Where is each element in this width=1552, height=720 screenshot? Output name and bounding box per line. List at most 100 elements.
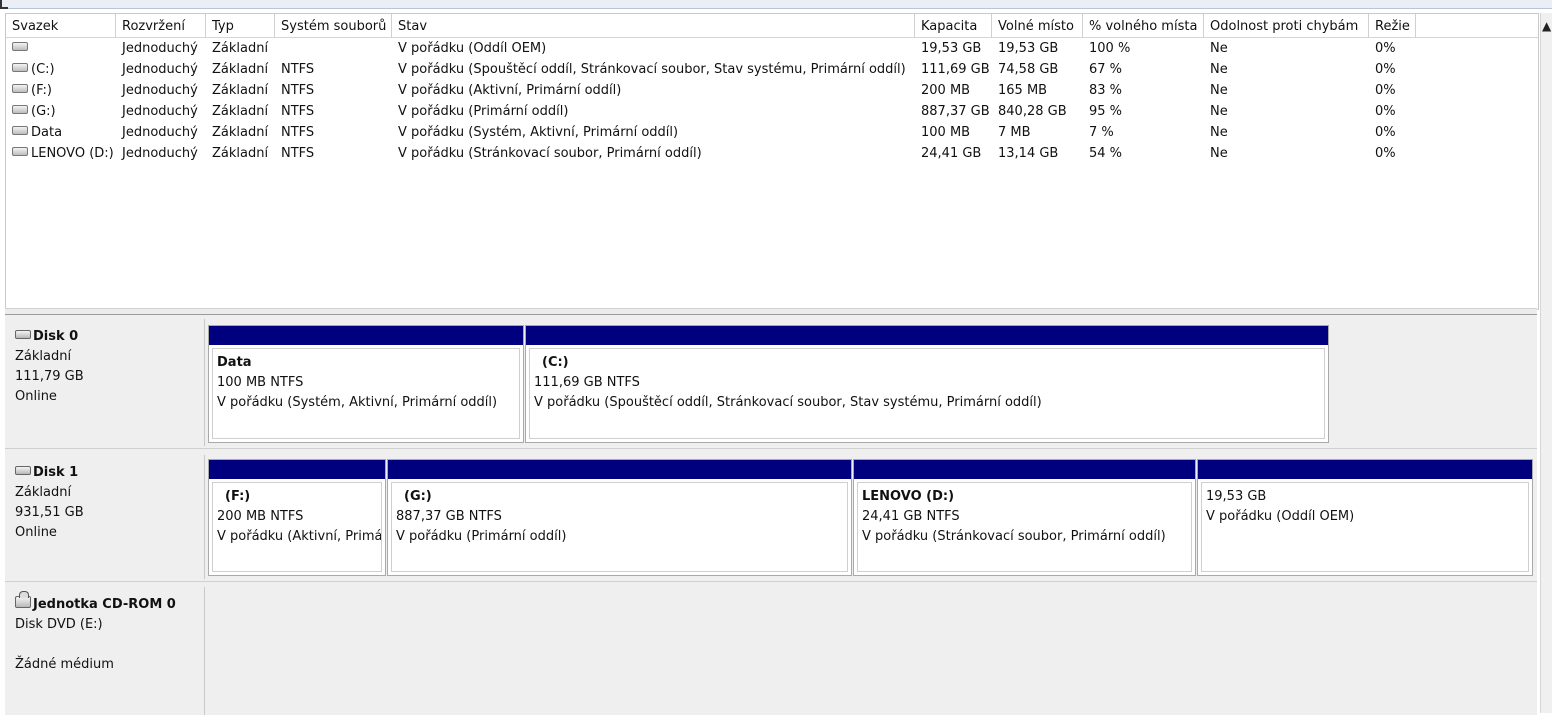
partition-header-bar	[209, 326, 523, 345]
layout-cell: Jednoduchý	[122, 41, 198, 56]
volume-list: Svazek Rozvržení Typ Systém souborů Stav…	[5, 13, 1539, 310]
cdrom-info-panel[interactable]: Jednotka CD-ROM 0 Disk DVD (E:) Žádné mé…	[7, 587, 205, 715]
partition-block[interactable]: (C:) 111,69 GB NTFS V pořádku (Spouštěcí…	[525, 325, 1329, 443]
partition-details: (F:) 200 MB NTFS V pořádku (Aktivní, Pri…	[212, 482, 382, 572]
free-space-cell: 840,28 GB	[998, 104, 1067, 119]
status-cell: V pořádku (Systém, Aktivní, Primární odd…	[398, 125, 679, 140]
column-header-capacity[interactable]: Kapacita	[915, 14, 992, 37]
partition-status: V pořádku (Systém, Aktivní, Primární odd…	[217, 395, 498, 410]
overhead-cell: 0%	[1375, 62, 1396, 77]
partition-title: LENOVO (D:)	[862, 489, 955, 504]
capacity-cell: 111,69 GB	[921, 62, 990, 77]
partition-header-bar	[854, 460, 1195, 479]
free-space-cell: 74,58 GB	[998, 62, 1059, 77]
percent-free-cell: 67 %	[1089, 62, 1123, 77]
type-cell: Základní	[212, 41, 269, 56]
status-cell: V pořádku (Oddíl OEM)	[398, 41, 547, 56]
vertical-scrollbar[interactable]: ▲	[1540, 13, 1552, 713]
column-header-free-space[interactable]: Volné místo	[992, 14, 1083, 37]
percent-free-cell: 95 %	[1089, 104, 1123, 119]
type-cell: Základní	[212, 125, 269, 140]
partition-size-fs: 100 MB NTFS	[217, 375, 304, 390]
cdrom-icon	[15, 590, 31, 608]
overhead-cell: 0%	[1375, 41, 1396, 56]
disk-row: Disk 0 Základní 111,79 GB Online Data 10…	[5, 315, 1537, 449]
volume-row[interactable]: Data Jednoduchý Základní NTFS V pořádku …	[6, 122, 1538, 143]
status-cell: V pořádku (Primární oddíl)	[398, 104, 569, 119]
volume-name: LENOVO (D:)	[31, 146, 114, 161]
percent-free-cell: 7 %	[1089, 125, 1114, 140]
volume-list-header: Svazek Rozvržení Typ Systém souborů Stav…	[6, 14, 1538, 38]
partition-header-bar	[209, 460, 385, 479]
disk-icon	[15, 466, 31, 475]
free-space-cell: 165 MB	[998, 83, 1048, 98]
type-cell: Základní	[212, 146, 269, 161]
free-space-cell: 13,14 GB	[998, 146, 1059, 161]
partition-block[interactable]: LENOVO (D:) 24,41 GB NTFS V pořádku (Str…	[853, 459, 1196, 576]
partition-size-fs: 887,37 GB NTFS	[396, 509, 502, 524]
column-header-status[interactable]: Stav	[392, 14, 915, 37]
column-header-type[interactable]: Typ	[206, 14, 275, 37]
layout-cell: Jednoduchý	[122, 83, 198, 98]
status-cell: V pořádku (Aktivní, Primární oddíl)	[398, 83, 622, 98]
column-header-layout[interactable]: Rozvržení	[116, 14, 206, 37]
capacity-cell: 19,53 GB	[921, 41, 982, 56]
partition-size-fs: 200 MB NTFS	[217, 509, 304, 524]
disk-info-panel[interactable]: Disk 1 Základní 931,51 GB Online	[7, 455, 205, 579]
partition-status: V pořádku (Aktivní, Primární oddíl)	[217, 529, 382, 544]
disk-type: Základní	[15, 485, 72, 500]
partition-details: (C:) 111,69 GB NTFS V pořádku (Spouštěcí…	[529, 348, 1325, 439]
volume-name: Data	[31, 125, 63, 140]
layout-cell: Jednoduchý	[122, 104, 198, 119]
pane-splitter[interactable]	[5, 308, 1537, 315]
capacity-cell: 24,41 GB	[921, 146, 982, 161]
layout-cell: Jednoduchý	[122, 146, 198, 161]
filesystem-cell: NTFS	[281, 125, 315, 140]
partition-block[interactable]: (F:) 200 MB NTFS V pořádku (Aktivní, Pri…	[208, 459, 386, 576]
disk-name: Disk 1	[33, 465, 79, 480]
partition-title: (C:)	[542, 355, 569, 370]
volume-name-cell: (G:)	[6, 101, 116, 122]
volume-row[interactable]: LENOVO (D:) Jednoduchý Základní NTFS V p…	[6, 143, 1538, 164]
partition-block[interactable]: (G:) 887,37 GB NTFS V pořádku (Primární …	[387, 459, 852, 576]
partition-details: (G:) 887,37 GB NTFS V pořádku (Primární …	[391, 482, 848, 572]
column-header-overhead[interactable]: Režie	[1369, 14, 1416, 37]
volume-row[interactable]: (C:) Jednoduchý Základní NTFS V pořádku …	[6, 59, 1538, 80]
percent-free-cell: 54 %	[1089, 146, 1123, 161]
partition-status: V pořádku (Primární oddíl)	[396, 529, 567, 544]
volume-row[interactable]: (F:) Jednoduchý Základní NTFS V pořádku …	[6, 80, 1538, 101]
disk-name: Disk 0	[33, 329, 79, 344]
disk-type: Základní	[15, 349, 72, 364]
drive-icon	[12, 63, 28, 72]
volume-name-cell: (C:)	[6, 59, 116, 80]
partition-status: V pořádku (Oddíl OEM)	[1206, 509, 1355, 524]
filesystem-cell	[275, 38, 392, 59]
status-cell: V pořádku (Spouštěcí oddíl, Stránkovací …	[398, 62, 906, 77]
scroll-up-arrow-icon[interactable]: ▲	[1542, 19, 1551, 33]
layout-cell: Jednoduchý	[122, 62, 198, 77]
partition-header-bar	[526, 326, 1328, 345]
partition-details: LENOVO (D:) 24,41 GB NTFS V pořádku (Str…	[857, 482, 1192, 572]
capacity-cell: 100 MB	[921, 125, 971, 140]
column-header-fault-tolerance[interactable]: Odolnost proti chybám	[1204, 14, 1369, 37]
partition-block[interactable]: 19,53 GB V pořádku (Oddíl OEM)	[1197, 459, 1533, 576]
percent-free-cell: 83 %	[1089, 83, 1123, 98]
volume-name-cell: (F:)	[6, 80, 116, 101]
disk-state: Online	[15, 389, 57, 404]
column-header-volume[interactable]: Svazek	[6, 14, 116, 37]
capacity-cell: 200 MB	[921, 83, 971, 98]
partition-size-fs: 19,53 GB	[1206, 489, 1267, 504]
filesystem-cell: NTFS	[281, 83, 315, 98]
volume-name: (G:)	[31, 104, 56, 119]
column-header-percent-free[interactable]: % volného místa	[1083, 14, 1204, 37]
volume-row[interactable]: Jednoduchý Základní V pořádku (Oddíl OEM…	[6, 38, 1538, 59]
volume-row[interactable]: (G:) Jednoduchý Základní NTFS V pořádku …	[6, 101, 1538, 122]
free-space-cell: 7 MB	[998, 125, 1031, 140]
column-header-filesystem[interactable]: Systém souborů	[275, 14, 392, 37]
fault-tolerance-cell: Ne	[1210, 62, 1228, 77]
partition-block[interactable]: Data 100 MB NTFS V pořádku (Systém, Akti…	[208, 325, 524, 443]
disk-graphical-view: Disk 0 Základní 111,79 GB Online Data 10…	[5, 315, 1537, 715]
overhead-cell: 0%	[1375, 104, 1396, 119]
disk-info-panel[interactable]: Disk 0 Základní 111,79 GB Online	[7, 319, 205, 446]
drive-icon	[12, 84, 28, 93]
